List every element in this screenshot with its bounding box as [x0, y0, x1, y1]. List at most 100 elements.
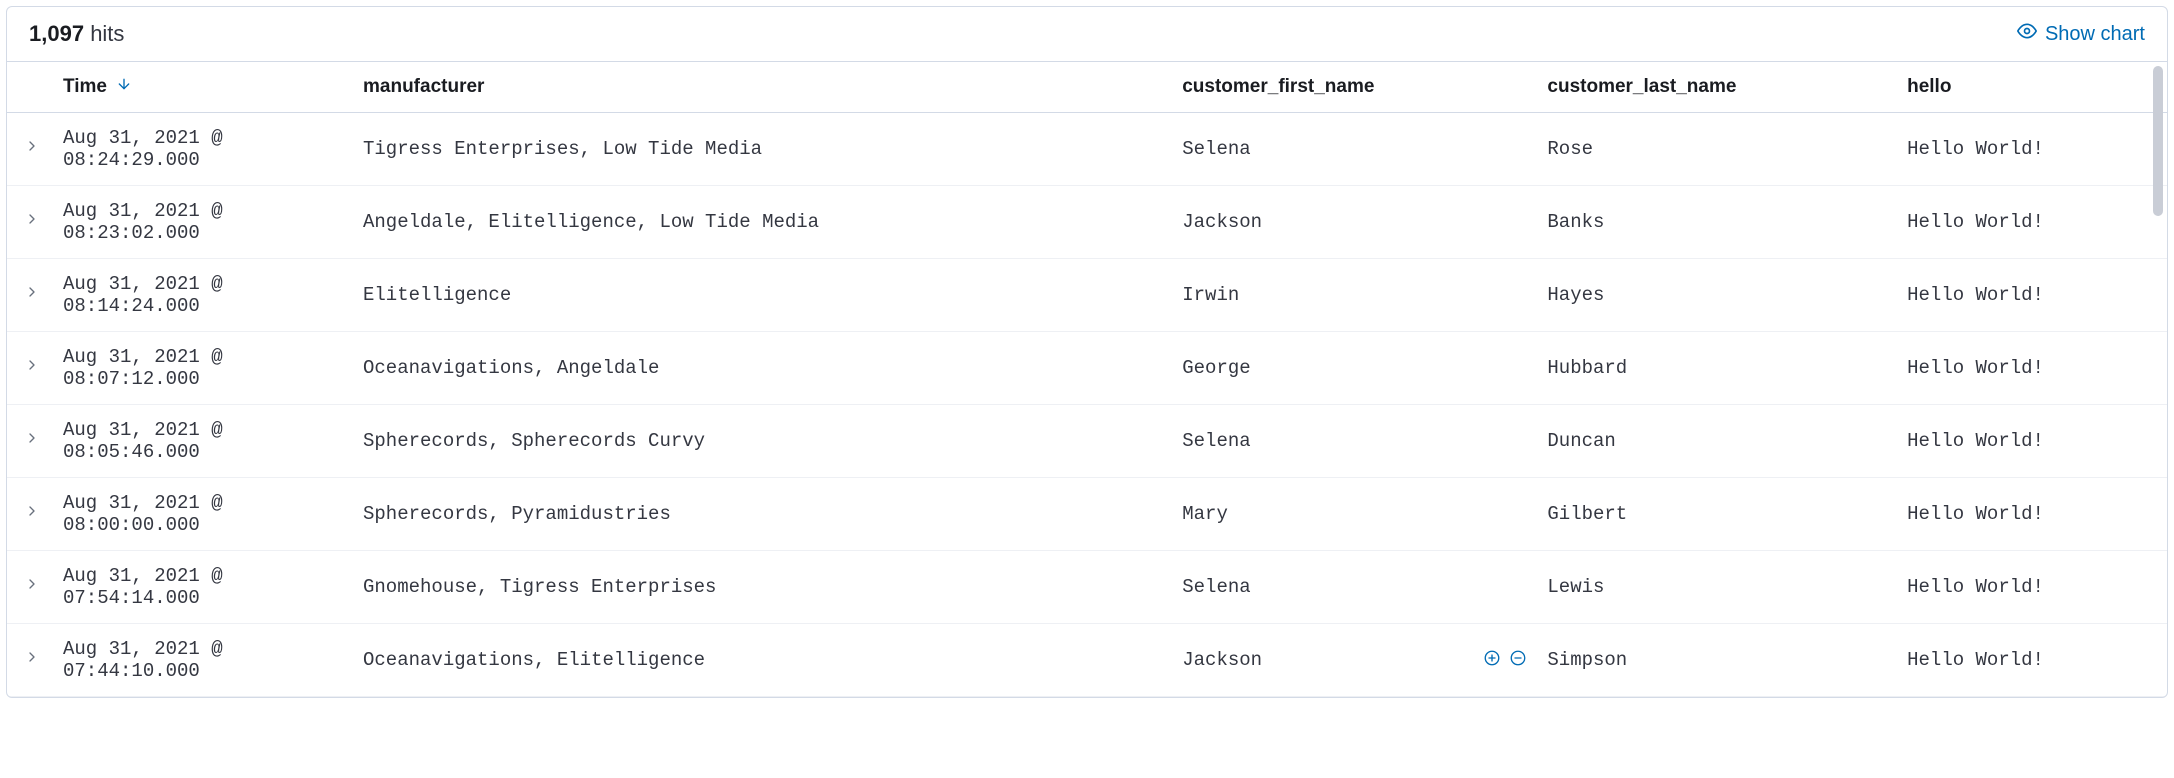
cell-manufacturer-value: Spherecords, Spherecords Curvy: [363, 430, 705, 452]
table-header-row: Time manufacturer customer_first_name cu…: [7, 62, 2167, 113]
column-header-hello-label: hello: [1907, 76, 1951, 97]
cell-first-name: Selena: [1172, 551, 1537, 624]
chevron-right-icon[interactable]: [24, 211, 40, 227]
cell-last-name-value: Rose: [1547, 138, 1593, 160]
sort-descending-icon: [116, 76, 132, 98]
cell-first-name: Irwin: [1172, 259, 1537, 332]
filter-out-value-icon[interactable]: [1509, 649, 1527, 667]
cell-filter-actions: [1483, 649, 1527, 667]
cell-hello: Hello World!: [1897, 186, 2167, 259]
cell-time: Aug 31, 2021 @ 07:54:14.000: [53, 551, 353, 624]
expand-cell: [7, 113, 53, 186]
cell-time-value: Aug 31, 2021 @ 07:44:10.000: [63, 638, 223, 682]
cell-manufacturer: Elitelligence: [353, 259, 1172, 332]
column-header-last-name[interactable]: customer_last_name: [1537, 62, 1897, 113]
scrollbar-thumb[interactable]: [2153, 66, 2163, 216]
cell-last-name-value: Gilbert: [1547, 503, 1627, 525]
cell-last-name: Lewis: [1537, 551, 1897, 624]
cell-hello-value: Hello World!: [1907, 284, 2044, 306]
chevron-right-icon[interactable]: [24, 503, 40, 519]
cell-manufacturer: Spherecords, Pyramidustries: [353, 478, 1172, 551]
table-row[interactable]: Aug 31, 2021 @ 07:54:14.000 Gnomehouse, T…: [7, 551, 2167, 624]
column-header-time-label: Time: [63, 76, 107, 97]
filter-for-value-icon[interactable]: [1483, 649, 1501, 667]
chevron-right-icon[interactable]: [24, 138, 40, 154]
table-row[interactable]: Aug 31, 2021 @ 08:07:12.000 Oceanavigatio…: [7, 332, 2167, 405]
expand-cell: [7, 551, 53, 624]
hit-count-number: 1,097: [29, 21, 84, 46]
results-table: Time manufacturer customer_first_name cu…: [7, 62, 2167, 697]
cell-first-name-value: Irwin: [1182, 284, 1239, 306]
expand-cell: [7, 405, 53, 478]
cell-first-name-value: Mary: [1182, 503, 1228, 525]
cell-time: Aug 31, 2021 @ 08:05:46.000: [53, 405, 353, 478]
table-row[interactable]: Aug 31, 2021 @ 08:05:46.000 Spherecords, …: [7, 405, 2167, 478]
panel-header: 1,097 hits Show chart: [7, 7, 2167, 62]
expand-cell: [7, 332, 53, 405]
cell-hello: Hello World!: [1897, 113, 2167, 186]
column-header-first-name[interactable]: customer_first_name: [1172, 62, 1537, 113]
cell-time: Aug 31, 2021 @ 08:14:24.000: [53, 259, 353, 332]
table-scroll-area[interactable]: Time manufacturer customer_first_name cu…: [7, 62, 2167, 697]
cell-manufacturer-value: Oceanavigations, Angeldale: [363, 357, 659, 379]
column-header-expand: [7, 62, 53, 113]
chevron-right-icon[interactable]: [24, 357, 40, 373]
cell-time-value: Aug 31, 2021 @ 08:23:02.000: [63, 200, 223, 244]
cell-first-name: Selena: [1172, 113, 1537, 186]
cell-time-value: Aug 31, 2021 @ 08:05:46.000: [63, 419, 223, 463]
cell-last-name: Duncan: [1537, 405, 1897, 478]
cell-manufacturer-value: Gnomehouse, Tigress Enterprises: [363, 576, 716, 598]
hit-count: 1,097 hits: [29, 21, 124, 47]
cell-first-name-value: Selena: [1182, 576, 1250, 598]
cell-first-name: Jackson: [1172, 186, 1537, 259]
cell-first-name-value: Jackson: [1182, 649, 1262, 671]
cell-hello: Hello World!: [1897, 259, 2167, 332]
table-row[interactable]: Aug 31, 2021 @ 07:44:10.000 Oceanavigatio…: [7, 624, 2167, 697]
cell-hello: Hello World!: [1897, 478, 2167, 551]
cell-last-name-value: Hubbard: [1547, 357, 1627, 379]
column-header-manufacturer[interactable]: manufacturer: [353, 62, 1172, 113]
cell-last-name-value: Simpson: [1547, 649, 1627, 671]
cell-manufacturer-value: Oceanavigations, Elitelligence: [363, 649, 705, 671]
show-chart-button[interactable]: Show chart: [2017, 21, 2145, 47]
column-header-time[interactable]: Time: [53, 62, 353, 113]
cell-hello-value: Hello World!: [1907, 576, 2044, 598]
cell-first-name: Jackson: [1172, 624, 1537, 697]
cell-last-name: Hayes: [1537, 259, 1897, 332]
cell-last-name-value: Hayes: [1547, 284, 1604, 306]
cell-manufacturer-value: Elitelligence: [363, 284, 511, 306]
cell-first-name-value: Selena: [1182, 430, 1250, 452]
cell-hello: Hello World!: [1897, 624, 2167, 697]
chevron-right-icon[interactable]: [24, 576, 40, 592]
chevron-right-icon[interactable]: [24, 649, 40, 665]
cell-time: Aug 31, 2021 @ 08:07:12.000: [53, 332, 353, 405]
eye-icon: [2017, 21, 2037, 47]
cell-last-name-value: Banks: [1547, 211, 1604, 233]
cell-first-name: George: [1172, 332, 1537, 405]
cell-hello-value: Hello World!: [1907, 430, 2044, 452]
cell-manufacturer: Gnomehouse, Tigress Enterprises: [353, 551, 1172, 624]
cell-first-name: Mary: [1172, 478, 1537, 551]
cell-hello-value: Hello World!: [1907, 138, 2044, 160]
cell-time-value: Aug 31, 2021 @ 08:00:00.000: [63, 492, 223, 536]
cell-hello-value: Hello World!: [1907, 357, 2044, 379]
column-header-last-name-label: customer_last_name: [1547, 76, 1736, 97]
cell-hello: Hello World!: [1897, 551, 2167, 624]
expand-cell: [7, 186, 53, 259]
cell-hello-value: Hello World!: [1907, 503, 2044, 525]
column-header-first-name-label: customer_first_name: [1182, 76, 1374, 97]
table-row[interactable]: Aug 31, 2021 @ 08:14:24.000 Elitelligence…: [7, 259, 2167, 332]
column-header-hello[interactable]: hello: [1897, 62, 2167, 113]
table-row[interactable]: Aug 31, 2021 @ 08:23:02.000Angeldale, El…: [7, 186, 2167, 259]
cell-last-name: Banks: [1537, 186, 1897, 259]
cell-last-name: Gilbert: [1537, 478, 1897, 551]
cell-manufacturer-value: Tigress Enterprises, Low Tide Media: [363, 138, 762, 160]
table-row[interactable]: Aug 31, 2021 @ 08:24:29.000Tigress Enter…: [7, 113, 2167, 186]
chevron-right-icon[interactable]: [24, 284, 40, 300]
table-row[interactable]: Aug 31, 2021 @ 08:00:00.000 Spherecords, …: [7, 478, 2167, 551]
chevron-right-icon[interactable]: [24, 430, 40, 446]
cell-time: Aug 31, 2021 @ 08:23:02.000: [53, 186, 353, 259]
cell-hello-value: Hello World!: [1907, 211, 2044, 233]
cell-manufacturer: Spherecords, Spherecords Curvy: [353, 405, 1172, 478]
hit-count-label: hits: [90, 21, 124, 46]
